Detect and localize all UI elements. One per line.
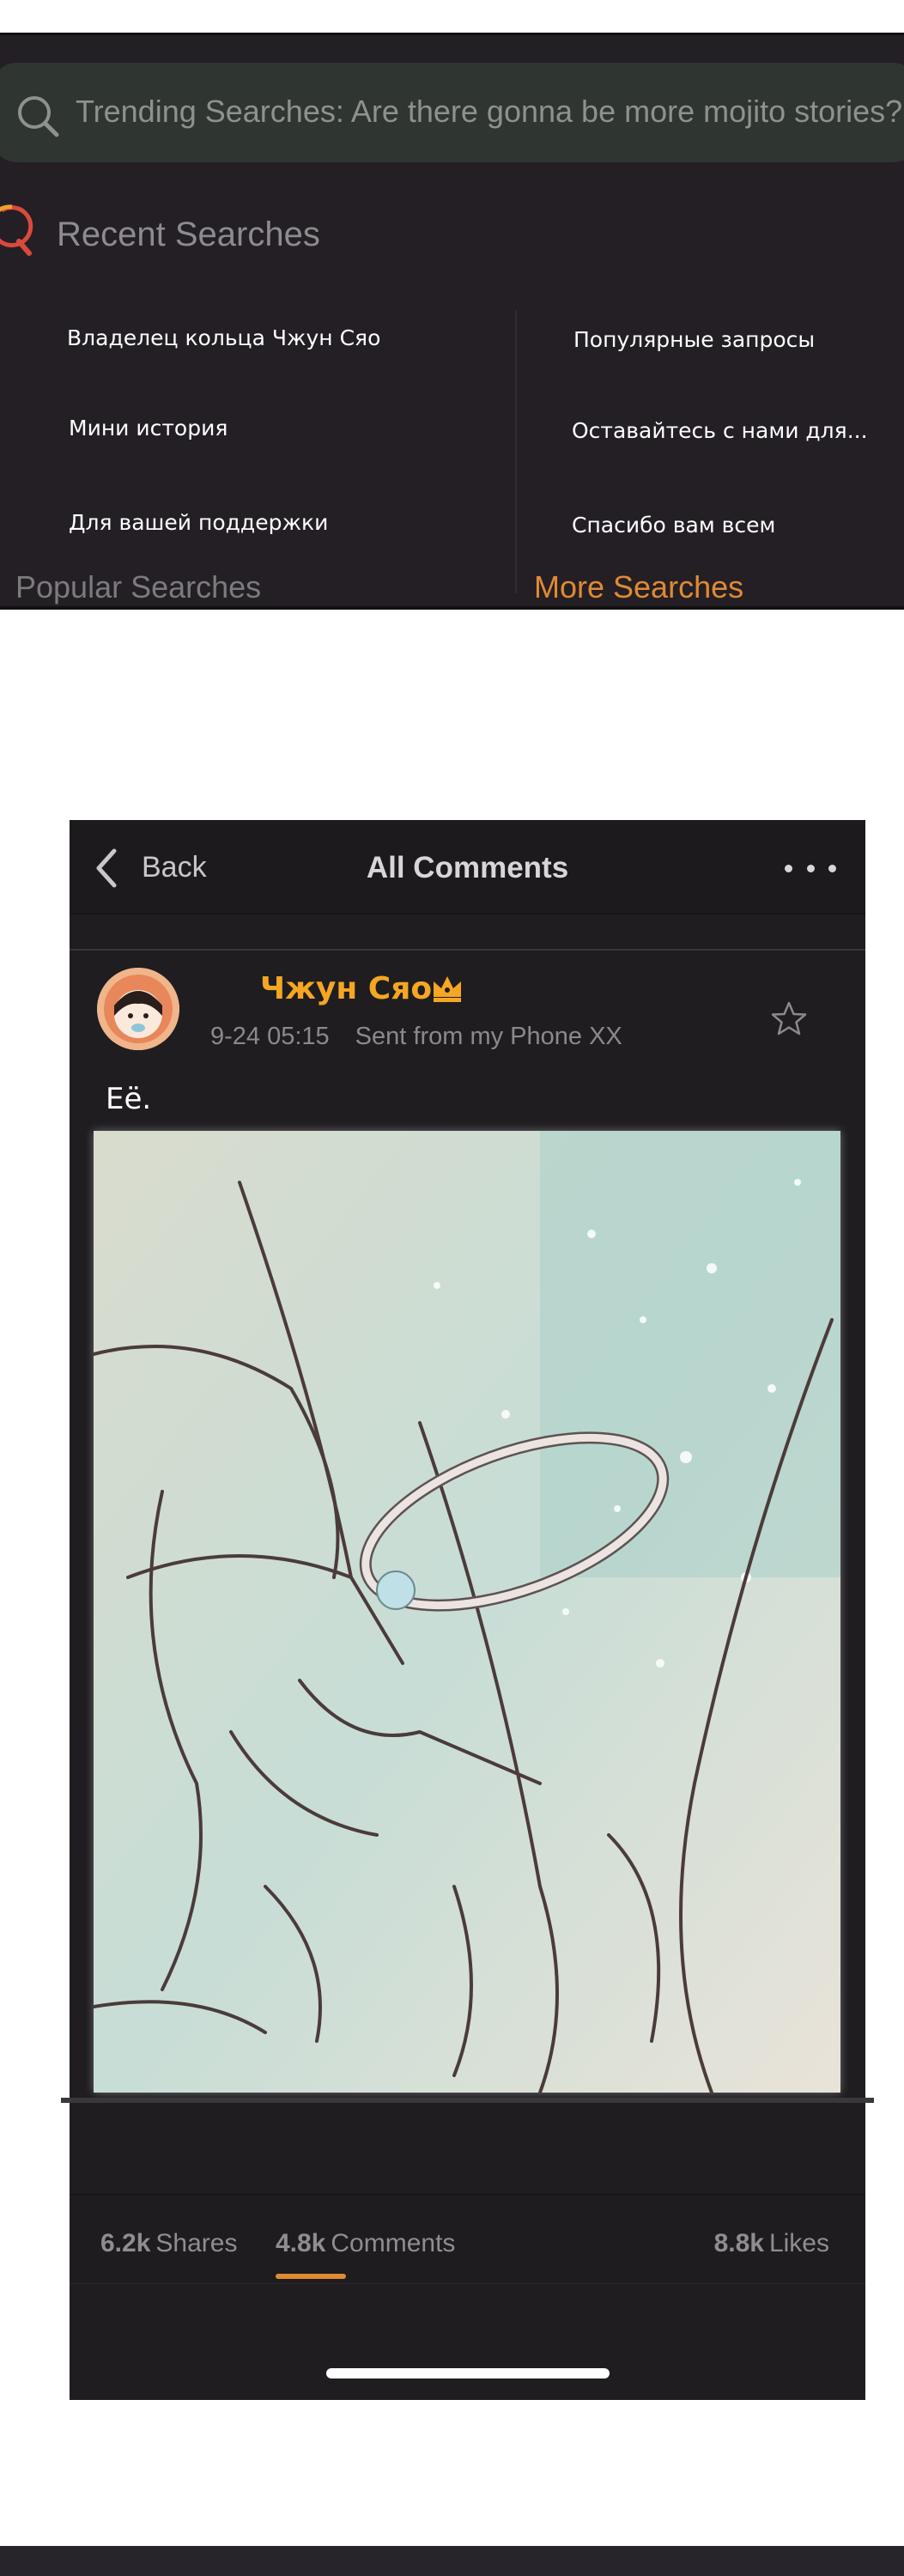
page: Trending Searches: Are there gonna be mo… (0, 0, 904, 2576)
bottom-strip (0, 2546, 904, 2576)
shares-label: Shares (155, 2229, 238, 2257)
stats-bar: 6.2k Shares 4.8k Comments 8.8k Likes (70, 2194, 865, 2284)
recent-search-item[interactable]: Мини история (69, 416, 228, 440)
recent-search-icon (0, 204, 33, 256)
post-meta: 9-24 05:15 Sent from my Phone XX (210, 1023, 622, 1051)
star-icon[interactable] (770, 1000, 808, 1038)
search-bar[interactable]: Trending Searches: Are there gonna be mo… (0, 63, 904, 162)
popular-searches-label[interactable]: Popular Searches (15, 569, 261, 605)
comments-count: 4.8k (276, 2229, 326, 2257)
column-divider (515, 310, 517, 593)
shares-tab[interactable]: 6.2k Shares (100, 2229, 237, 2258)
recent-search-item[interactable]: Оставайтесь с нами для... (572, 418, 868, 443)
recent-search-item[interactable]: Для вашей поддержки (69, 510, 328, 535)
likes-label: Likes (768, 2229, 829, 2257)
page-title: All Comments (366, 851, 569, 884)
recent-searches-title: Recent Searches (57, 216, 320, 253)
more-searches-link[interactable]: More Searches (534, 569, 743, 605)
divider (70, 949, 865, 951)
active-tab-indicator (276, 2274, 346, 2279)
home-indicator[interactable] (326, 2368, 610, 2379)
post-source: Sent from my Phone XX (355, 1023, 622, 1050)
search-icon (18, 96, 59, 137)
post-image[interactable] (94, 1131, 840, 2093)
recent-search-item[interactable]: Спасибо вам всем (572, 513, 775, 538)
comments-card: Back All Comments Чжун Сяо 9-24 05:15 Sen… (61, 820, 874, 2400)
post-text: Её. (106, 1082, 152, 1116)
search-panel: Trending Searches: Are there gonna be mo… (0, 33, 904, 610)
image-separator (61, 2098, 874, 2103)
shares-count: 6.2k (100, 2229, 151, 2257)
nav-bar: Back All Comments (70, 820, 865, 914)
likes-count: 8.8k (713, 2229, 764, 2257)
likes-tab[interactable]: 8.8k Likes (714, 2229, 829, 2258)
avatar[interactable] (97, 968, 179, 1050)
more-dots-icon[interactable] (785, 865, 836, 875)
crown-icon (434, 976, 461, 1002)
recent-search-item[interactable]: Владелец кольца Чжун Сяо (67, 325, 380, 350)
author-name[interactable]: Чжун Сяо (260, 971, 432, 1006)
trending-search-text: Trending Searches: Are there gonna be mo… (76, 94, 903, 129)
recent-search-item[interactable]: Популярные запросы (573, 327, 815, 352)
comments-label: Comments (331, 2229, 456, 2257)
comments-tab[interactable]: 4.8k Comments (276, 2229, 455, 2258)
post-date: 9-24 05:15 (210, 1023, 330, 1050)
